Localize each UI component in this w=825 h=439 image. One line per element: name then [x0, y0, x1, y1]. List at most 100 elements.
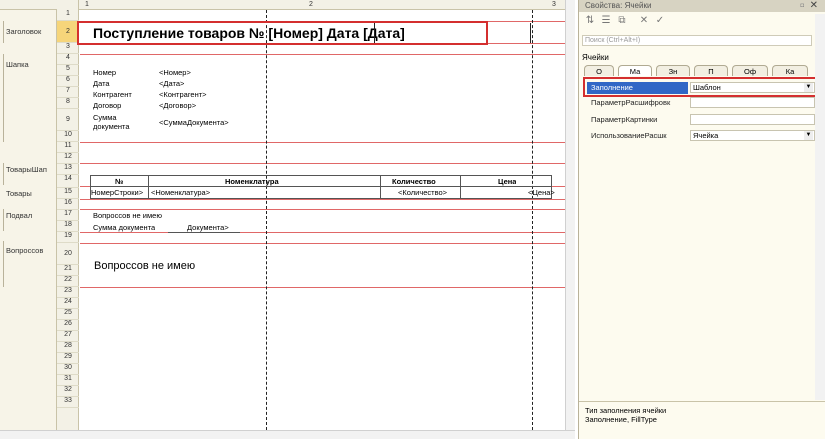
header-field-label[interactable]: Контрагент [93, 90, 132, 99]
row-number[interactable]: 4 [57, 54, 79, 65]
tab-p[interactable]: П [694, 65, 728, 76]
row-number[interactable]: 13 [57, 164, 79, 175]
header-field-label[interactable]: Дата [93, 79, 110, 88]
row-number[interactable]: 27 [57, 331, 79, 342]
footer-line-1[interactable]: Вопроссов не имею [93, 211, 162, 220]
row-number[interactable]: 21 [57, 265, 79, 276]
sheet-horizontal-scrollbar[interactable] [0, 430, 575, 439]
row-number[interactable]: 6 [57, 76, 79, 87]
row-number[interactable]: 16 [57, 199, 79, 210]
header-field-label[interactable]: Договор [93, 101, 121, 110]
property-row-decode-param[interactable]: ПараметрРасшифровк [587, 97, 815, 109]
row-number[interactable]: 33 [57, 397, 79, 408]
property-name: ПараметрКартинки [591, 115, 658, 124]
filter-icon[interactable]: ⧉ [615, 14, 629, 28]
row-group-tovary[interactable]: Товары [6, 189, 54, 198]
spreadsheet-area[interactable]: 1 2 3 Заголовок Шапка ТоварыШап Товары П… [0, 0, 575, 439]
column-header-2[interactable]: 2 [309, 1, 313, 8]
property-value-input[interactable] [690, 97, 815, 108]
column-header-3[interactable]: 3 [552, 1, 556, 8]
object-selector[interactable]: Ячейки [582, 52, 812, 63]
row-number[interactable]: 7 [57, 87, 79, 98]
footer-sum-label[interactable]: Сумма документа [93, 223, 155, 232]
title-highlight-box [77, 21, 488, 45]
row-number[interactable]: 25 [57, 309, 79, 320]
tab-o[interactable]: О [584, 65, 614, 76]
property-row-picture-param[interactable]: ПараметрКартинки [587, 114, 815, 126]
property-value-select[interactable]: Ячейка ▼ [690, 130, 815, 141]
header-field-label[interactable]: Сумма документа [93, 113, 143, 131]
description-line-1: Тип заполнения ячейки [585, 406, 667, 415]
table-cell-nomenclature[interactable]: <Номенклатура> [151, 188, 210, 197]
table-cell-price[interactable]: <Цена> [528, 188, 555, 197]
column-header: 1 2 3 [0, 0, 565, 10]
row-number[interactable]: 18 [57, 221, 79, 232]
question-cell[interactable]: Вопроссов не имею [94, 260, 195, 272]
row-number[interactable]: 28 [57, 342, 79, 353]
header-field-value[interactable]: <Договор> [159, 101, 196, 110]
row-number[interactable]: 10 [57, 131, 79, 142]
properties-title-bar: Свойства: Ячейки ◘ ✕ [579, 0, 825, 12]
sheet-vertical-scrollbar[interactable] [565, 0, 575, 430]
header-field-label[interactable]: Номер [93, 68, 116, 77]
table-header-nomenclature[interactable]: Номенклатура [225, 177, 279, 186]
property-name: ИспользованиеРасшк [591, 131, 667, 140]
row-number[interactable]: 17 [57, 210, 79, 221]
close-icon[interactable]: ✕ [810, 0, 818, 12]
row-number[interactable]: 23 [57, 287, 79, 298]
row-number[interactable]: 12 [57, 153, 79, 164]
table-header-quantity[interactable]: Количество [392, 177, 436, 186]
row-group-zagolovok[interactable]: Заголовок [6, 27, 54, 36]
row-group-shapka[interactable]: Шапка [6, 60, 54, 69]
table-cell-number[interactable]: НомерСтроки> [91, 188, 149, 197]
row-number[interactable]: 2 [57, 21, 79, 43]
row-number[interactable]: 24 [57, 298, 79, 309]
property-value: Ячейка [693, 131, 719, 140]
row-number[interactable]: 3 [57, 43, 79, 54]
chevron-down-icon[interactable]: ▼ [804, 131, 813, 140]
pin-icon[interactable]: ◘ [800, 0, 804, 12]
header-field-value[interactable]: <СуммаДокумента> [159, 118, 229, 127]
table-cell-quantity[interactable]: <Количество> [398, 188, 447, 197]
table-header-number[interactable]: № [115, 177, 123, 186]
row-number[interactable]: 31 [57, 375, 79, 386]
row-number[interactable]: 26 [57, 320, 79, 331]
apply-icon[interactable]: ✓ [653, 14, 667, 28]
header-field-value[interactable]: <Номер> [159, 68, 191, 77]
header-field-value[interactable]: <Контрагент> [159, 90, 207, 99]
row-number[interactable]: 9 [57, 109, 79, 131]
row-number[interactable]: 15 [57, 188, 79, 199]
row-number[interactable]: 20 [57, 243, 79, 265]
row-number[interactable]: 8 [57, 98, 79, 109]
sort-icon[interactable]: ⇅ [583, 14, 597, 28]
categories-icon[interactable]: ☰ [599, 14, 613, 28]
column-header-1[interactable]: 1 [85, 1, 89, 8]
row-group-tovary-shapka[interactable]: ТоварыШап [6, 165, 54, 174]
row-number[interactable]: 30 [57, 364, 79, 375]
row-number[interactable]: 22 [57, 276, 79, 287]
row-number[interactable]: 1 [57, 10, 79, 21]
table-header-price[interactable]: Цена [498, 177, 516, 186]
row-group-podval[interactable]: Подвал [6, 211, 54, 220]
row-number[interactable]: 11 [57, 142, 79, 153]
row-number[interactable]: 29 [57, 353, 79, 364]
property-value-input[interactable] [690, 114, 815, 125]
property-description: Тип заполнения ячейки Заполнение, FillTy… [579, 401, 825, 439]
clear-icon[interactable]: ✕ [637, 14, 651, 28]
tab-zn[interactable]: Зн [656, 65, 690, 76]
tab-ma[interactable]: Ма [618, 65, 652, 76]
row-group-voprossov[interactable]: Вопроссов [6, 246, 54, 255]
properties-search-input[interactable]: Поиск (Ctrl+Alt+I) [582, 35, 812, 46]
tab-ka[interactable]: Ка [772, 65, 808, 76]
footer-sum-value[interactable]: Документа> [187, 223, 229, 232]
tab-of[interactable]: Оф [732, 65, 768, 76]
row-number[interactable]: 32 [57, 386, 79, 397]
properties-scrollbar[interactable] [815, 14, 825, 400]
row-number[interactable]: 14 [57, 175, 79, 188]
row-number[interactable]: 5 [57, 65, 79, 76]
header-field-value[interactable]: <Дата> [159, 79, 184, 88]
property-row-decode-usage[interactable]: ИспользованиеРасшк Ячейка ▼ [587, 130, 815, 142]
property-name: ПараметрРасшифровк [591, 98, 671, 107]
cell-grid[interactable]: Поступление товаров № [Номер] Дата [Дата… [77, 10, 565, 430]
row-number[interactable]: 19 [57, 232, 79, 243]
